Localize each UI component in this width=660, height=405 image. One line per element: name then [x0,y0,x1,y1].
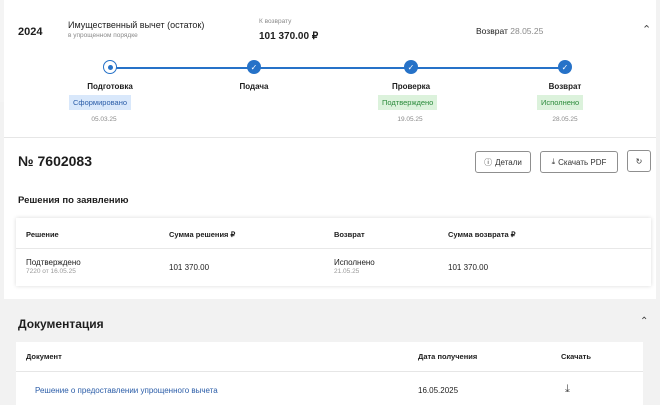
step-date-return: 28.05.25 [552,116,578,123]
step-label-submission: Подача [239,82,269,91]
refund-amount: 101 370.00 ₽ [259,31,319,42]
documents-table: Документ Дата получения Скачать Решение … [16,342,643,405]
col-received-date: Дата получения [418,352,478,361]
step-label-preparation: Подготовка [87,82,133,91]
collapse-chevron-icon[interactable]: ⌃ [640,316,648,327]
step-date-preparation: 05.03.25 [91,116,117,123]
status-badge-confirmed: Подтверждено [378,95,438,110]
divider [4,137,656,138]
cell-return-status: Исполнено [334,258,375,267]
document-link[interactable]: Решение о предоставлении упрощенного выч… [35,386,218,395]
check-icon: ✓ [558,60,572,74]
col-decision: Решение [26,230,59,239]
cell-decision-sub: 7220 от 16.05.25 [26,268,76,275]
decisions-table: Решение Сумма решения ₽ Возврат Сумма во… [16,218,651,286]
return-info: Возврат 28.05.25 [476,26,543,36]
table-divider [16,371,643,372]
documents-title: Документация [18,317,104,331]
application-number: № 7602083 [18,153,92,169]
col-document: Документ [26,352,62,361]
download-icon[interactable]: ⤓ [565,383,570,396]
status-badge-executed: Исполнено [537,95,584,110]
cell-decision-sum: 101 370.00 [169,263,210,272]
document-date: 16.05.2025 [418,386,459,395]
step-node-preparation [103,60,117,74]
col-return-sum: Сумма возврата ₽ [448,230,516,239]
refresh-icon: ↻ [635,156,643,166]
step-date-check: 19.05.25 [397,116,423,123]
info-icon: ⓘ [484,157,493,167]
download-icon: ⤓ [551,157,556,166]
decisions-title: Решения по заявлению [18,195,129,206]
return-date: 28.05.25 [510,26,544,36]
deduction-subtitle: в упрощенном порядке [68,32,138,39]
collapse-chevron-icon[interactable]: ⌃ [642,23,651,36]
details-button[interactable]: ⓘ Детали [475,151,531,173]
status-badge-formed: Сформировано [69,95,132,110]
refresh-button[interactable]: ↻ [627,150,651,172]
year-label: 2024 [18,26,43,38]
deduction-title: Имущественный вычет (остаток) [68,20,205,30]
cell-decision: Подтверждено [26,258,81,267]
col-decision-sum: Сумма решения ₽ [169,230,236,239]
download-pdf-button[interactable]: ⤓ Скачать PDF [540,151,618,173]
progress-line [110,67,565,69]
check-icon: ✓ [247,60,261,74]
cell-return-date: 21.05.25 [334,268,360,275]
return-label: Возврат [476,26,508,36]
step-label-return: Возврат [548,82,582,91]
amount-caption: К возврату [259,18,292,25]
cell-return-sum: 101 370.00 [448,263,489,272]
step-label-check: Проверка [391,82,431,91]
table-divider [16,248,651,249]
col-return: Возврат [334,230,365,239]
check-icon: ✓ [404,60,418,74]
col-download: Скачать [561,352,591,361]
